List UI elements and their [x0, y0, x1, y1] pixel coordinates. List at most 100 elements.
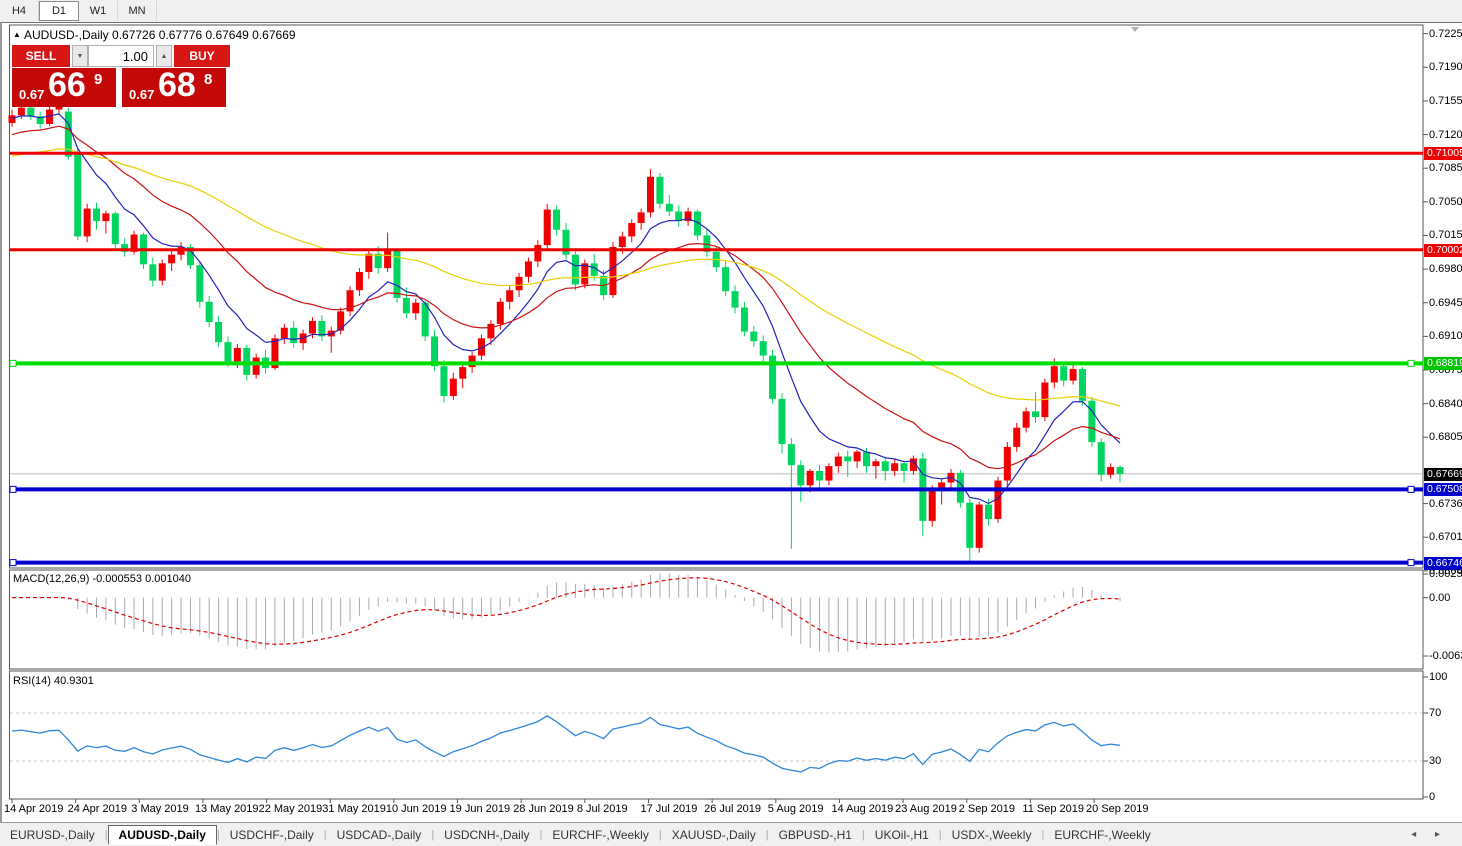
date-tick-label: 3 May 2019 [131, 803, 189, 815]
candle [55, 106, 63, 110]
date-tick-label: 23 Aug 2019 [895, 803, 957, 815]
date-tick-label: 14 Aug 2019 [831, 803, 894, 815]
sell-price-big-digits: 66 [48, 66, 86, 104]
buy-price-big-digits: 68 [158, 66, 196, 104]
line-handle[interactable] [9, 559, 17, 567]
date-tick-label: 20 Sep 2019 [1086, 803, 1149, 815]
date-tick-label: 24 Apr 2019 [67, 803, 127, 815]
candle [515, 276, 523, 291]
candle [487, 323, 495, 339]
chart-tab-usdcnh-daily[interactable]: USDCNH-,Daily [434, 826, 539, 844]
candle [337, 311, 345, 331]
date-tick-label: 19 Jun 2019 [449, 803, 511, 815]
sell-button[interactable]: SELL [12, 45, 70, 67]
candle [468, 355, 476, 368]
chart-tab-xauusd-daily[interactable]: XAUUSD-,Daily [662, 826, 766, 844]
candle [8, 115, 16, 124]
macd-axis-label: 0.00 [1429, 591, 1451, 604]
price-tick-label: 0.69800 [1429, 263, 1462, 276]
date-tick-label: 26 Jul 2019 [704, 803, 762, 815]
rsi-axis-label: 30 [1429, 755, 1442, 767]
price-level-badge: 0.70002 [1424, 243, 1462, 257]
chart-tab-eurchf-weekly[interactable]: EURCHF-,Weekly [542, 826, 658, 844]
candle [609, 247, 617, 296]
line-handle[interactable] [9, 485, 17, 493]
chart-tab-eurusd-daily[interactable]: EURUSD-,Daily [0, 826, 105, 844]
candle [365, 253, 373, 272]
chart-tab-gbpusd-h1[interactable]: GBPUSD-,H1 [769, 826, 862, 844]
chart-tab-usdcad-daily[interactable]: USDCAD-,Daily [327, 826, 432, 844]
volume-increase-button[interactable]: ▲ [156, 45, 172, 67]
candle [149, 264, 157, 281]
date-tick-label: 28 Jun 2019 [513, 803, 574, 815]
date-tick-label: 10 Jun 2019 [385, 803, 447, 815]
candle [1088, 400, 1096, 443]
moving-average-line [11, 125, 1121, 470]
date-tick-label: 31 May 2019 [322, 803, 386, 815]
chart-tab-audusd-daily[interactable]: AUDUSD-,Daily [107, 824, 217, 845]
chart-canvas[interactable] [2, 23, 1462, 822]
macd-axis-label: -0.006326 [1429, 650, 1462, 662]
timeframe-button-mn[interactable]: MN [118, 1, 157, 21]
candle [233, 347, 241, 362]
candle [1013, 427, 1021, 447]
price-tick-label: 0.67010 [1429, 531, 1462, 544]
sell-price-prefix: 0.67 [19, 87, 45, 102]
buy-price-prefix: 0.67 [129, 87, 155, 102]
timeframe-button-w1[interactable]: W1 [79, 1, 118, 21]
tab-scroll-arrows[interactable]: ◂ ▸ [1411, 829, 1448, 840]
candle [806, 470, 814, 486]
candle [496, 301, 504, 324]
chart-tab-ukoil-h1[interactable]: UKOil-,H1 [865, 826, 939, 844]
line-handle[interactable] [1407, 559, 1415, 567]
buy-button[interactable]: BUY [174, 45, 230, 67]
candle [975, 504, 983, 548]
candle [1097, 442, 1105, 475]
candle [928, 490, 936, 521]
candle [543, 209, 551, 246]
candle [665, 203, 673, 212]
price-tick-label: 0.71200 [1429, 128, 1462, 141]
candle [891, 463, 899, 471]
chart-tab-usdx-weekly[interactable]: USDX-,Weekly [942, 826, 1042, 844]
date-tick-label: 11 Sep 2019 [1022, 803, 1084, 815]
volume-decrease-button[interactable]: ▼ [72, 45, 88, 67]
price-tick-label: 0.71900 [1429, 61, 1462, 74]
candle [571, 254, 579, 285]
line-handle[interactable] [1407, 359, 1415, 367]
moving-average-line [11, 148, 1121, 407]
chart-tab-eurchf-weekly[interactable]: EURCHF-,Weekly [1044, 826, 1160, 844]
candle [168, 254, 176, 264]
candle [17, 107, 25, 116]
timeframe-button-d1[interactable]: D1 [39, 1, 79, 21]
candle [731, 291, 739, 308]
line-handle[interactable] [9, 359, 17, 367]
candle [280, 327, 288, 339]
collapse-triangle-icon[interactable]: ▲ [13, 30, 21, 39]
sell-price-display[interactable]: 0.67 66 9 [12, 66, 116, 107]
candle [628, 222, 636, 237]
candle [900, 463, 908, 471]
candle [844, 456, 852, 462]
candle [862, 451, 870, 467]
volume-input[interactable] [88, 45, 154, 67]
candle [834, 456, 842, 467]
chart-tab-usdchf-daily[interactable]: USDCHF-,Daily [220, 826, 324, 844]
candle [778, 398, 786, 445]
candle [1078, 369, 1086, 401]
timeframe-button-h4[interactable]: H4 [0, 1, 39, 21]
candle [111, 213, 119, 245]
price-tick-label: 0.69450 [1429, 296, 1462, 309]
line-handle[interactable] [1407, 485, 1415, 493]
candle [722, 267, 730, 292]
rsi-indicator-label: RSI(14) 40.9301 [13, 675, 94, 687]
one-click-trading-panel: SELL ▼ ▲ BUY 0.67 66 9 0.67 68 8 [12, 45, 232, 107]
candle [252, 357, 260, 375]
candle [215, 321, 223, 343]
candle [881, 461, 889, 471]
candle [1069, 369, 1077, 381]
buy-price-display[interactable]: 0.67 68 8 [122, 66, 226, 107]
candle [797, 465, 805, 486]
candle [524, 261, 532, 277]
price-tick-label: 0.71550 [1429, 94, 1462, 107]
